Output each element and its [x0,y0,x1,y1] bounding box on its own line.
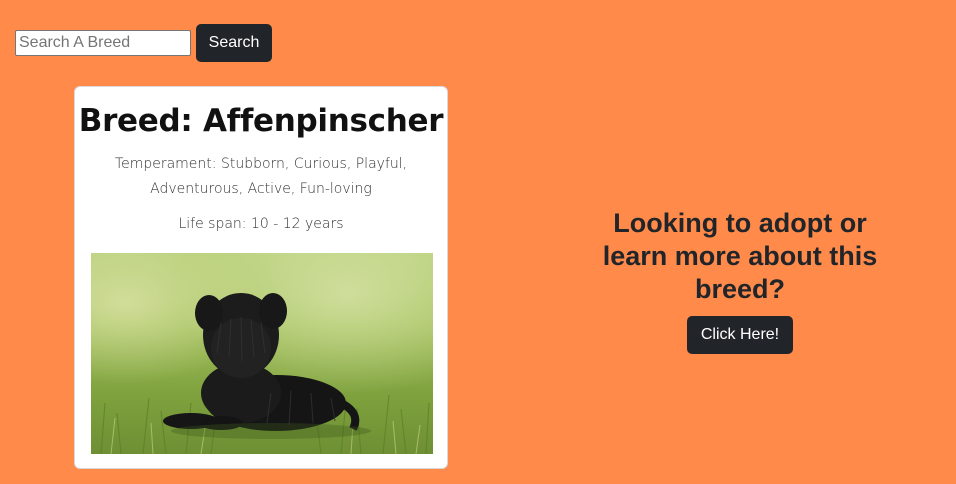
search-button[interactable]: Search [196,24,272,62]
search-bar: Search [15,24,272,62]
click-here-button[interactable]: Click Here! [687,316,793,354]
breed-title: Breed: Affenpinscher [78,103,444,139]
search-input[interactable] [15,30,191,56]
dog-photo [91,253,433,454]
breed-life-span: Life span: 10 - 12 years [178,216,344,232]
adopt-heading: Looking to adopt or learn more about thi… [602,208,878,304]
breed-card: Breed: Affenpinscher Temperament: Stubbo… [74,86,448,469]
adopt-cta: Looking to adopt or learn more about thi… [590,207,890,354]
breed-temperament: Temperament: Stubborn, Curious, Playful,… [114,156,408,197]
page: Search Breed: Affenpinscher Temperament:… [0,0,956,484]
